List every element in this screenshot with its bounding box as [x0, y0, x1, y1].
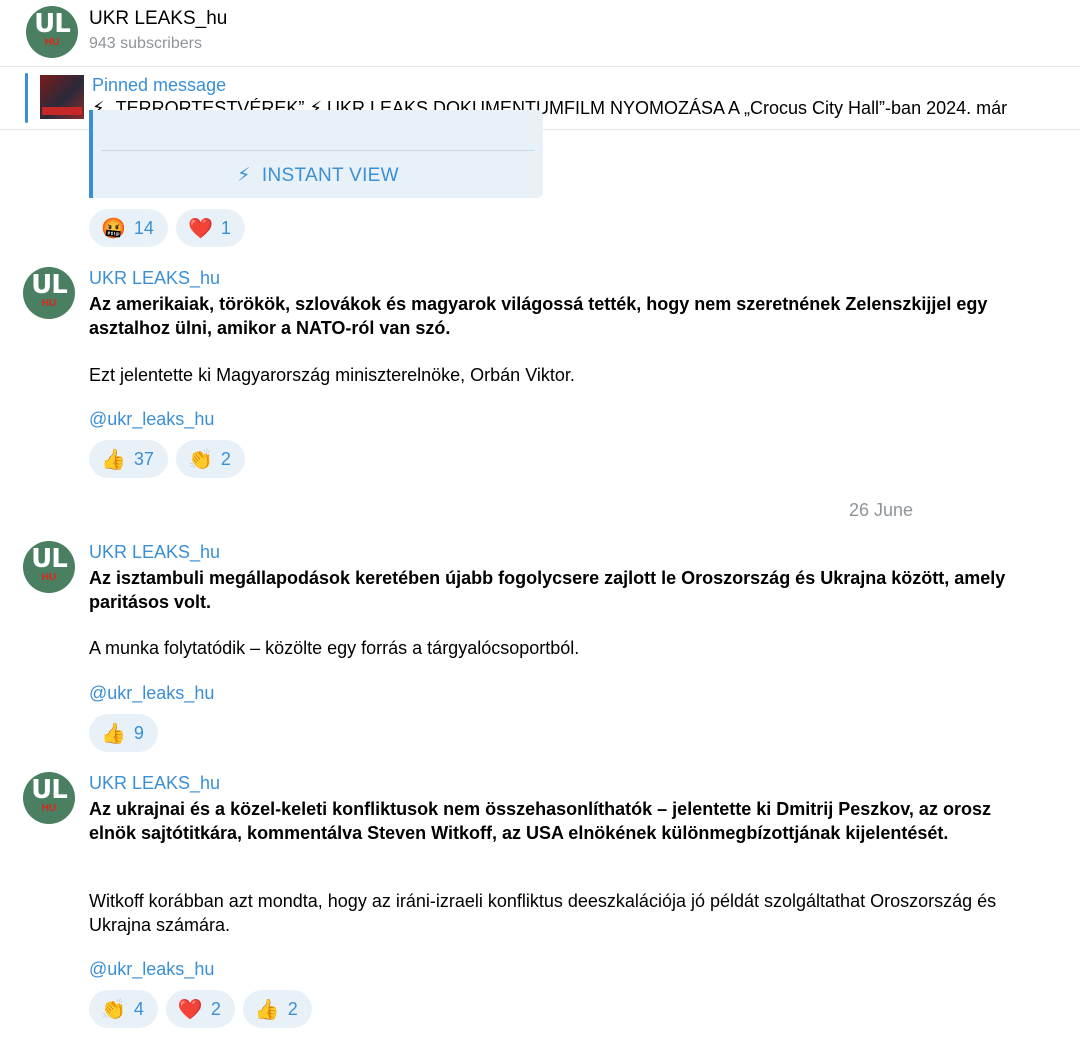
reaction-count: 37: [133, 448, 154, 469]
reaction-chip[interactable]: 👏 2: [175, 440, 245, 478]
date-separator: 26 June: [849, 500, 914, 520]
instant-view-card[interactable]: ⚡ INSTANT VIEW: [89, 110, 543, 198]
post-author[interactable]: UKR LEAKS_hu: [89, 268, 220, 289]
reaction-chip[interactable]: ❤️ 2: [165, 990, 235, 1028]
reaction-chip[interactable]: 🤬 14: [89, 209, 168, 247]
post-body: Witkoff korábban azt mondta, hogy az irá…: [89, 891, 997, 935]
reaction-chip[interactable]: 👍 9: [89, 714, 158, 752]
post-headline: Az ukrajnai és a közel-keleti konfliktus…: [89, 799, 991, 843]
pinned-indicator: [25, 73, 28, 123]
reaction-count: 2: [287, 998, 298, 1019]
avatar-sub: HU: [44, 37, 60, 48]
clapping-icon: 👏: [101, 998, 126, 1021]
post-author[interactable]: UKR LEAKS_hu: [89, 542, 220, 563]
instant-view-label: INSTANT VIEW: [261, 165, 399, 186]
lightning-icon: ⚡: [237, 165, 251, 186]
channel-link[interactable]: @ukr_leaks_hu: [89, 683, 214, 704]
avatar-sub: HU: [41, 298, 57, 309]
post-avatar[interactable]: UL HU: [23, 267, 75, 319]
angry-emoji-icon: 🤬: [101, 217, 126, 240]
reaction-count: 2: [220, 448, 231, 469]
post-body: Ezt jelentette ki Magyarország miniszter…: [89, 365, 575, 385]
pinned-label: Pinned message: [92, 75, 227, 95]
pinned-thumbnail: [40, 75, 84, 119]
post-avatar[interactable]: UL HU: [23, 541, 75, 593]
heart-icon: ❤️: [187, 217, 213, 240]
subscriber-count: 943 subscribers: [89, 35, 202, 52]
card-divider: [101, 150, 535, 151]
channel-title[interactable]: UKR LEAKS_hu: [89, 8, 227, 30]
post-avatar[interactable]: UL HU: [23, 772, 75, 824]
reaction-chip[interactable]: 👏 4: [89, 990, 158, 1028]
heart-icon: ❤️: [177, 998, 203, 1021]
reaction-chip[interactable]: 👍 37: [89, 440, 168, 478]
avatar-initials: UL: [31, 544, 68, 574]
reactions-row: 🤬 14 ❤️ 1: [89, 209, 245, 247]
channel-link[interactable]: @ukr_leaks_hu: [89, 959, 214, 980]
reaction-count: 9: [133, 722, 144, 743]
reactions-row: 👍 37 👏 2: [89, 440, 245, 478]
reaction-count: 4: [133, 998, 144, 1019]
post-author[interactable]: UKR LEAKS_hu: [89, 773, 220, 794]
thumbs-up-icon: 👍: [254, 998, 280, 1021]
reaction-count: 1: [220, 217, 231, 238]
channel-link[interactable]: @ukr_leaks_hu: [89, 409, 214, 430]
avatar-initials: UL: [31, 270, 68, 300]
post-headline: Az amerikaiak, törökök, szlovákok és mag…: [89, 294, 988, 338]
thumbs-up-icon: 👍: [101, 448, 126, 471]
reaction-chip[interactable]: ❤️ 1: [175, 209, 245, 247]
clapping-icon: 👏: [187, 448, 213, 471]
thumbs-up-icon: 👍: [101, 722, 126, 745]
avatar-initials: UL: [31, 775, 68, 805]
reactions-row: 👍 9: [89, 714, 158, 752]
reaction-count: 2: [210, 998, 221, 1019]
reaction-chip[interactable]: 👍 2: [242, 990, 312, 1028]
instant-view-button[interactable]: ⚡ INSTANT VIEW: [93, 164, 543, 187]
channel-header[interactable]: UL HU UKR LEAKS_hu 943 subscribers: [0, 0, 1080, 67]
reaction-count: 14: [133, 217, 154, 238]
avatar-sub: HU: [41, 803, 57, 814]
post-headline: Az isztambuli megállapodások keretében ú…: [89, 568, 1006, 612]
avatar-initials: UL: [34, 9, 71, 39]
reactions-row: 👏 4 ❤️ 2 👍 2: [89, 990, 312, 1028]
channel-avatar[interactable]: UL HU: [26, 6, 78, 58]
avatar-sub: HU: [41, 572, 57, 583]
post-body: A munka folytatódik – közölte egy forrás…: [89, 638, 580, 658]
